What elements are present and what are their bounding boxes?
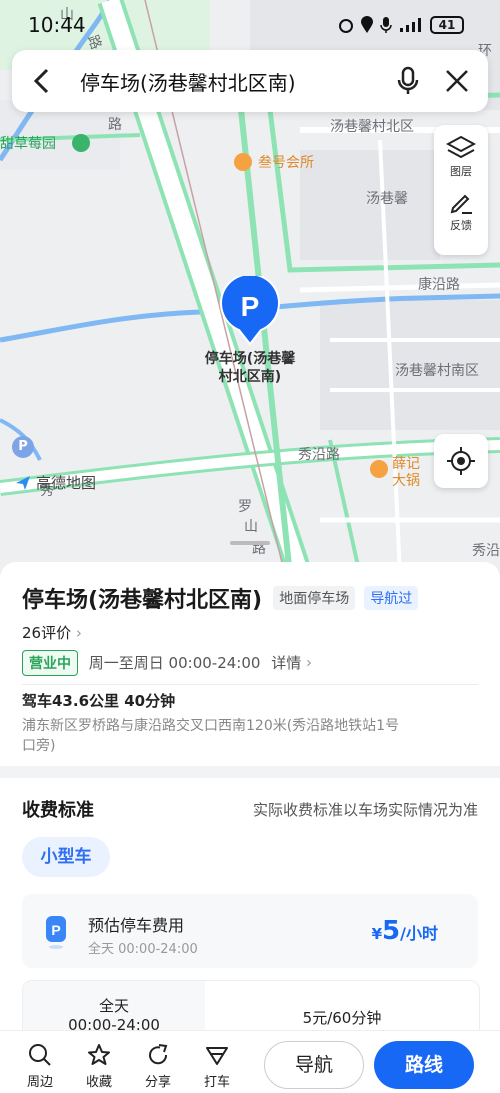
map-label-sanhao: 叁号会所: [258, 155, 314, 171]
poi-icon: [234, 153, 252, 171]
open-status: 营业中: [22, 650, 78, 676]
map-label-luoshan-2: 山: [244, 519, 258, 535]
address: 浦东新区罗桥路与康沿路交叉口西南120米(秀沿路地铁站1号口旁): [22, 718, 400, 754]
parking-pin[interactable]: P: [219, 273, 281, 346]
fee-row-label-1: 全天: [98, 997, 129, 1015]
nav-taxi[interactable]: 打车: [192, 1043, 242, 1090]
layers-icon: [446, 135, 476, 159]
map-label-xueji-2: 大锅: [392, 473, 420, 489]
price-value: 5: [382, 916, 401, 946]
drive-info: 驾车43.6公里 40分钟: [22, 692, 176, 710]
map-label-xiu-right: 秀沿: [472, 543, 500, 559]
divider: [22, 684, 478, 685]
svg-text:P: P: [51, 922, 60, 938]
battery-level: 41: [438, 18, 456, 32]
feedback-button[interactable]: 反馈: [448, 189, 474, 233]
layers-label: 图层: [450, 165, 472, 178]
search-icon: [29, 1044, 51, 1066]
restaurant-icon: [370, 460, 388, 478]
nav-share[interactable]: 分享: [133, 1043, 183, 1090]
star-icon: [88, 1044, 110, 1065]
sheet-handle[interactable]: [230, 541, 270, 545]
taxi-icon: [206, 1047, 228, 1065]
fee-row-value: 5元/60分钟: [302, 1009, 382, 1027]
map-label-tangxiang-north: 汤巷馨村北区: [330, 119, 414, 135]
place-header: 停车场(汤巷馨村北区南) 地面停车场 导航过: [22, 582, 419, 614]
map-label-caomei: 甜草莓园: [0, 136, 56, 152]
map-label-xiuyan: 秀沿路: [298, 447, 340, 463]
nav-taxi-label: 打车: [203, 1075, 230, 1090]
fees-note: 实际收费标准以车场实际情况为准: [252, 801, 478, 819]
map-label-tangxiang-south: 汤巷馨村南区: [395, 363, 479, 379]
section-gap: [0, 766, 500, 778]
map-label-kangyan: 康沿路: [418, 277, 460, 293]
price-unit: /小时: [400, 924, 438, 943]
hours-row[interactable]: 营业中 周一至周日 00:00-24:00 详情 ›: [22, 650, 312, 676]
bottom-nav: 周边 收藏 分享 打车 导航 路线: [0, 1030, 500, 1093]
status-time: 10:44: [28, 13, 86, 37]
map-label-luoshan-1: 罗: [238, 499, 252, 515]
nav-favorite-label: 收藏: [85, 1075, 112, 1090]
map-label-lu-mid: 路: [108, 117, 122, 133]
estimate-card: P 预估停车费用 全天 00:00-24:00 ¥5/小时: [22, 894, 478, 968]
chevron-right-icon: ›: [71, 624, 82, 642]
edit-icon: [450, 194, 472, 214]
battery-icon: 41: [430, 16, 464, 34]
price-currency: ¥: [371, 925, 383, 943]
status-bar: 10:44 41: [0, 0, 500, 48]
tag-nav: 导航过: [364, 586, 419, 610]
amap-logo-text: 高德地图: [36, 474, 97, 492]
pin-label-line1: 停车场(汤巷馨: [204, 351, 296, 367]
nav-nearby[interactable]: 周边: [15, 1043, 65, 1090]
close-icon[interactable]: [445, 69, 469, 93]
route-button[interactable]: 路线: [374, 1041, 474, 1089]
estimate-time: 全天 00:00-24:00: [88, 942, 198, 957]
voice-icon[interactable]: [397, 66, 419, 96]
place-sheet: 停车场(汤巷馨村北区南) 地面停车场 导航过 26评价 › 营业中 周一至周日 …: [0, 562, 500, 1092]
pin-label: 停车场(汤巷馨 村北区南): [190, 350, 310, 386]
nav-favorite[interactable]: 收藏: [74, 1043, 124, 1090]
parking-small-icon: P: [12, 436, 34, 458]
nav-nearby-label: 周边: [26, 1075, 53, 1090]
tag-type: 地面停车场: [273, 586, 356, 610]
estimate-price: ¥5/小时: [372, 916, 438, 946]
fees-title: 收费标准: [22, 800, 94, 821]
map-tools-panel: 图层 反馈: [434, 125, 488, 255]
estimate-label: 预估停车费用: [88, 916, 185, 935]
parking-meter-icon: P: [46, 916, 66, 949]
feedback-label: 反馈: [450, 219, 472, 232]
mic-status-icon: [380, 17, 392, 33]
search-title[interactable]: 停车场(汤巷馨村北区南): [80, 67, 296, 96]
vehicle-tab-small[interactable]: 小型车: [22, 837, 110, 877]
map-label-tangxiang: 汤巷馨: [366, 191, 408, 207]
back-icon[interactable]: [32, 68, 52, 94]
place-name: 停车场(汤巷馨村北区南): [22, 588, 263, 613]
amap-logo-icon: [16, 475, 30, 490]
location-icon: [361, 16, 373, 33]
pin-label-line2: 村北区南): [218, 369, 282, 385]
chevron-right-icon: ›: [301, 653, 312, 672]
signal-icon: [400, 18, 421, 32]
reviews-link[interactable]: 26评价 ›: [22, 622, 82, 643]
share-icon: [149, 1044, 168, 1065]
nav-share-label: 分享: [144, 1075, 171, 1090]
svg-text:P: P: [241, 291, 260, 322]
status-icons: 41: [338, 16, 464, 34]
reviews-text: 26评价: [22, 624, 72, 642]
hours-text: 周一至周日 00:00-24:00: [88, 653, 261, 672]
search-bar: 停车场(汤巷馨村北区南): [12, 50, 488, 112]
parking-pin-icon: P: [220, 273, 280, 346]
park-icon: [72, 134, 90, 152]
details-link[interactable]: 详情: [271, 654, 301, 672]
locate-icon: [447, 447, 475, 475]
navigate-button[interactable]: 导航: [264, 1041, 364, 1089]
alarm-icon: [339, 19, 353, 33]
amap-logo: 高德地图: [14, 472, 96, 493]
locate-button[interactable]: [434, 434, 488, 488]
layers-button[interactable]: 图层: [446, 135, 476, 179]
